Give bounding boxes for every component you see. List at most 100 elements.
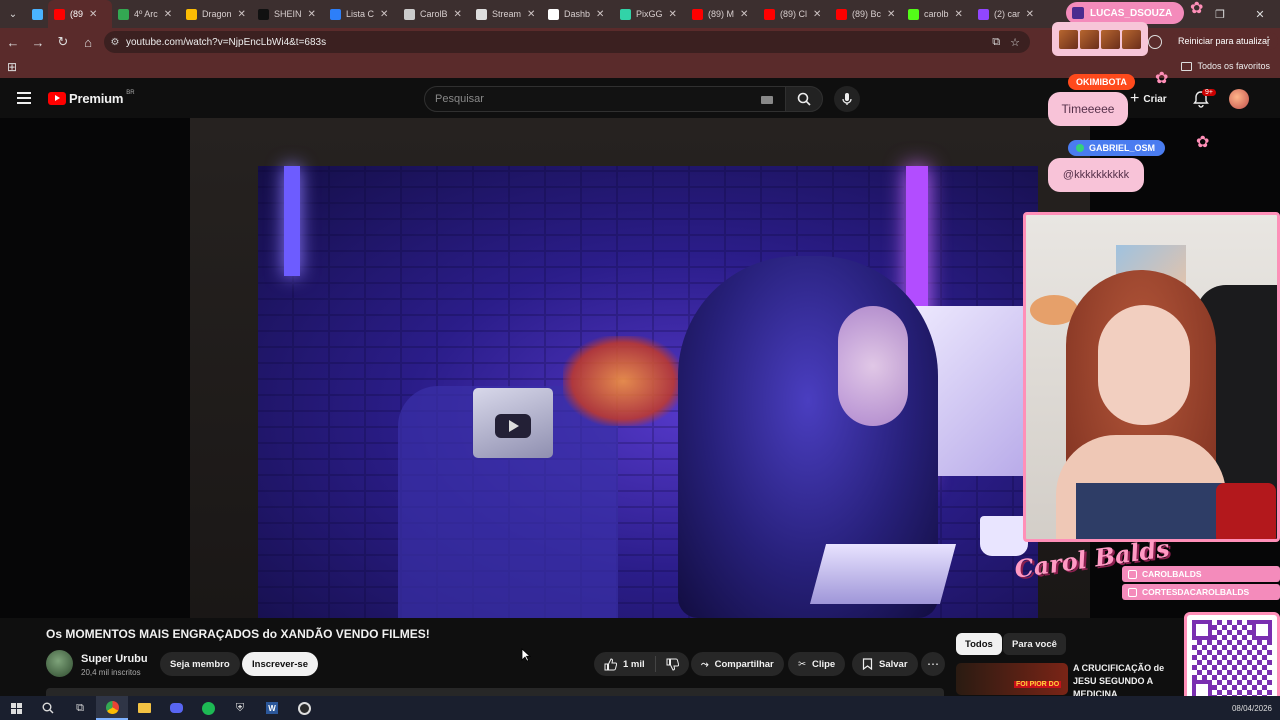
- more-actions-button[interactable]: ⋯: [921, 652, 945, 676]
- taskbar-file-explorer[interactable]: [128, 696, 160, 720]
- taskbar-chrome[interactable]: [96, 696, 128, 720]
- join-button[interactable]: Seja membro: [160, 652, 240, 676]
- browser-menu-icon[interactable]: ⋮: [1262, 34, 1274, 48]
- tab-search-icon[interactable]: ⌄: [0, 0, 26, 28]
- share-icon: ⤳: [701, 658, 709, 670]
- tab-close-icon[interactable]: ✕: [238, 9, 246, 20]
- search-input[interactable]: [425, 87, 745, 111]
- taskbar-obs[interactable]: [288, 696, 320, 720]
- microphone-icon: [842, 93, 852, 105]
- browser-tab[interactable]: (2) car ✕: [972, 0, 1040, 28]
- taskbar-security[interactable]: ⛨: [224, 696, 256, 720]
- dislike-button[interactable]: [656, 658, 689, 671]
- channel-avatar[interactable]: [46, 650, 73, 677]
- restore-icon[interactable]: ❐: [1200, 0, 1240, 28]
- bookmark-star-icon[interactable]: ☆: [1010, 36, 1020, 49]
- browser-tab[interactable]: 4º Arc ✕: [112, 0, 180, 28]
- thumbnail-text: FOI PIOR DO: [1014, 681, 1062, 688]
- description-box[interactable]: [46, 688, 944, 696]
- tab-close-icon[interactable]: ✕: [527, 9, 535, 20]
- all-bookmarks-label: Todos os favoritos: [1197, 61, 1270, 71]
- browser-tab[interactable]: PixGG ✕: [614, 0, 686, 28]
- channel-name[interactable]: Super Urubu: [81, 653, 148, 665]
- browser-tab[interactable]: [26, 0, 48, 28]
- back-icon[interactable]: ←: [1, 30, 25, 54]
- apps-grid-icon[interactable]: ⊞: [7, 60, 17, 74]
- tab-close-icon[interactable]: ✕: [454, 9, 462, 20]
- profile-icon[interactable]: [1148, 35, 1162, 49]
- browser-tab[interactable]: (89 ✕: [48, 0, 112, 28]
- tab-close-icon[interactable]: ✕: [740, 9, 748, 20]
- chat-emotes: [1052, 22, 1148, 56]
- browser-tab[interactable]: CarolB ✕: [398, 0, 470, 28]
- thumbs-down-icon: [666, 658, 679, 671]
- site-info-icon[interactable]: ⚙: [104, 37, 126, 48]
- subscribe-button[interactable]: Inscrever-se: [242, 652, 318, 676]
- share-button[interactable]: ⤳ Compartilhar: [691, 652, 784, 676]
- tab-favicon-icon: [692, 8, 703, 20]
- social-row: CAROLBALDS: [1122, 566, 1280, 582]
- search-button[interactable]: [785, 86, 823, 112]
- tab-close-icon[interactable]: ✕: [1026, 9, 1034, 20]
- tab-close-icon[interactable]: ✕: [955, 9, 963, 20]
- home-icon[interactable]: ⌂: [76, 30, 100, 54]
- browser-tab[interactable]: Dashb ✕: [542, 0, 614, 28]
- voice-search-button[interactable]: [834, 86, 860, 112]
- menu-icon[interactable]: [17, 92, 31, 107]
- chip-for-you[interactable]: Para você: [1003, 633, 1066, 655]
- recommended-thumbnail[interactable]: FOI PIOR DO: [956, 663, 1068, 695]
- browser-tab[interactable]: Dragon ✕: [180, 0, 252, 28]
- browser-tab[interactable]: (89) Cl ✕: [758, 0, 830, 28]
- forward-icon[interactable]: →: [26, 30, 50, 54]
- youtube-logo[interactable]: Premium BR: [48, 90, 135, 106]
- address-bar[interactable]: ⚙ youtube.com/watch?v=NjpEncLbWi4&t=683s…: [104, 31, 1030, 53]
- install-app-icon[interactable]: ⧉: [992, 36, 1000, 49]
- browser-tab[interactable]: Lista C ✕: [324, 0, 398, 28]
- windows-logo-icon: [10, 702, 22, 714]
- browser-tab[interactable]: SHEIN ✕: [252, 0, 324, 28]
- search-box: [424, 86, 786, 112]
- tab-title: Dashb: [564, 9, 591, 19]
- create-button[interactable]: + Criar: [1130, 90, 1167, 108]
- account-avatar[interactable]: [1229, 89, 1249, 109]
- like-button[interactable]: 1 mil: [594, 656, 656, 672]
- tab-favicon-icon: [476, 8, 487, 20]
- tab-title: 4º Arc: [134, 9, 158, 19]
- streamer-face: [1098, 305, 1190, 425]
- taskbar-discord[interactable]: [160, 696, 192, 720]
- subscribe-label: Inscrever-se: [252, 658, 308, 670]
- save-button[interactable]: Salvar: [852, 652, 918, 676]
- chip-all[interactable]: Todos: [956, 633, 1002, 655]
- word-icon: W: [266, 702, 278, 714]
- tab-close-icon[interactable]: ✕: [813, 9, 821, 20]
- clip-button[interactable]: ✂ Clipe: [788, 652, 846, 676]
- red-bottle: [1216, 483, 1276, 539]
- browser-tab[interactable]: Stream ✕: [470, 0, 542, 28]
- taskbar-search-button[interactable]: [32, 696, 64, 720]
- qr-code: [1184, 612, 1280, 708]
- tab-title: SHEIN: [274, 9, 302, 19]
- reload-icon[interactable]: ↻: [51, 30, 75, 54]
- start-button[interactable]: [0, 696, 32, 720]
- taskbar-xbox[interactable]: [192, 696, 224, 720]
- tab-close-icon[interactable]: ✕: [89, 9, 97, 20]
- browser-tab[interactable]: (89) M ✕: [686, 0, 758, 28]
- all-bookmarks-button[interactable]: Todos os favoritos: [1181, 61, 1270, 71]
- close-window-icon[interactable]: ✕: [1240, 0, 1280, 28]
- streamer-brand-panel: Carol Balds CAROLBALDS CORTESDACAROLBALD…: [1013, 533, 1280, 616]
- social-handle: CAROLBALDS: [1142, 569, 1202, 579]
- tab-close-icon[interactable]: ✕: [164, 9, 172, 20]
- keyboard-icon[interactable]: [761, 96, 773, 104]
- tab-close-icon[interactable]: ✕: [596, 9, 604, 20]
- browser-tab[interactable]: carolb ✕: [902, 0, 972, 28]
- tab-close-icon[interactable]: ✕: [669, 9, 677, 20]
- chat-message: Timeeeee: [1048, 92, 1128, 126]
- tab-close-icon[interactable]: ✕: [308, 9, 316, 20]
- browser-tab[interactable]: (89) Bc ✕: [830, 0, 902, 28]
- tab-close-icon[interactable]: ✕: [380, 9, 388, 20]
- tab-favicon-icon: [258, 8, 269, 20]
- tab-close-icon[interactable]: ✕: [887, 9, 895, 20]
- taskbar-word[interactable]: W: [256, 696, 288, 720]
- task-view-button[interactable]: ⧉: [64, 696, 96, 720]
- clip-label: Clipe: [811, 658, 836, 670]
